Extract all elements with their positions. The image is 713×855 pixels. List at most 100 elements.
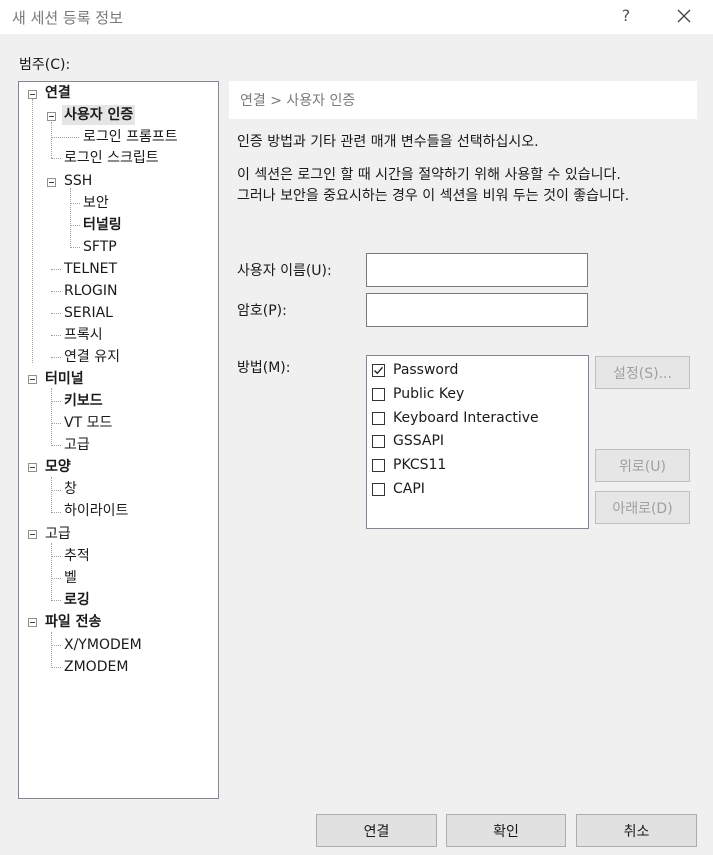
tree-item-trace[interactable]: 추적	[64, 546, 90, 566]
tree-item-advanced[interactable]: 고급	[45, 524, 71, 544]
tree-line	[51, 645, 61, 646]
method-item-label: Password	[393, 362, 459, 378]
tree-item-file-transfer[interactable]: 파일 전송	[45, 612, 101, 632]
description-line: 인증 방법과 기타 관련 매개 변수들을 선택하십시오.	[237, 134, 539, 150]
checkbox[interactable]	[372, 411, 385, 425]
tree-line	[51, 667, 61, 668]
method-settings-button[interactable]: 설정(S)...	[595, 356, 690, 389]
tree-item-logging[interactable]: 로깅	[64, 590, 90, 610]
method-capi[interactable]: CAPI	[372, 478, 425, 500]
method-item-label: GSSAPI	[393, 433, 445, 449]
method-list[interactable]: Password Public Key Keyboard Interactive…	[366, 355, 589, 529]
close-button[interactable]	[672, 6, 696, 28]
checkbox[interactable]	[372, 363, 385, 377]
connect-button[interactable]: 연결	[316, 814, 437, 847]
cancel-button[interactable]: 취소	[576, 814, 697, 847]
tree-item-window[interactable]: 창	[64, 479, 77, 499]
method-gssapi[interactable]: GSSAPI	[372, 430, 444, 452]
tree-item-vt-mode[interactable]: VT 모드	[64, 413, 112, 433]
tree-item-serial[interactable]: SERIAL	[64, 303, 113, 323]
category-tree[interactable]: 연결 사용자 인증 로그인 프롬프트 로그인 스크립트 SSH 보안 터널링 S…	[18, 81, 219, 799]
tree-line	[51, 512, 61, 513]
checkbox[interactable]	[372, 482, 385, 496]
collapse-toggle[interactable]	[28, 463, 37, 472]
tree-line	[51, 578, 61, 579]
method-public-key[interactable]: Public Key	[372, 383, 464, 405]
tree-item-appearance[interactable]: 모양	[45, 457, 71, 477]
tree-item-telnet[interactable]: TELNET	[64, 259, 117, 279]
method-label: 방법(M):	[237, 360, 291, 376]
password-input[interactable]	[366, 293, 588, 327]
tree-line	[51, 357, 61, 358]
tree-item-zmodem[interactable]: ZMODEM	[64, 657, 128, 677]
checkmark-icon	[374, 366, 383, 374]
tree-item-terminal[interactable]: 터미널	[45, 369, 84, 389]
tree-line	[51, 291, 61, 292]
method-pkcs11[interactable]: PKCS11	[372, 454, 446, 476]
tree-line	[51, 122, 52, 158]
tree-line	[70, 203, 80, 204]
method-keyboard-interactive[interactable]: Keyboard Interactive	[372, 407, 539, 429]
method-item-label: PKCS11	[393, 457, 447, 473]
tree-item-sftp[interactable]: SFTP	[83, 237, 117, 257]
tree-line	[32, 99, 33, 363]
tree-item-login-script[interactable]: 로그인 스크립트	[64, 148, 159, 168]
checkbox[interactable]	[372, 458, 385, 472]
tree-item-tunneling[interactable]: 터널링	[83, 215, 122, 235]
tree-item-connection[interactable]: 연결	[45, 83, 71, 103]
tree-line	[51, 335, 61, 336]
tree-line	[70, 188, 71, 248]
tree-line	[51, 477, 52, 513]
window-title: 새 세션 등록 정보	[12, 9, 123, 27]
tree-line	[70, 247, 80, 248]
tree-line	[51, 137, 79, 138]
username-input[interactable]	[366, 253, 588, 287]
tree-item-xymodem[interactable]: X/YMODEM	[64, 635, 142, 655]
ok-button[interactable]: 확인	[446, 814, 566, 847]
tree-item-user-auth[interactable]: 사용자 인증	[62, 105, 136, 125]
collapse-toggle[interactable]	[28, 375, 37, 384]
method-item-label: Keyboard Interactive	[393, 410, 539, 426]
tree-line	[51, 600, 61, 601]
move-up-button[interactable]: 위로(U)	[595, 449, 690, 482]
breadcrumb-text: 연결 > 사용자 인증	[240, 93, 356, 109]
breadcrumb: 연결 > 사용자 인증	[229, 81, 697, 119]
collapse-toggle[interactable]	[47, 178, 56, 187]
help-button[interactable]: ?	[616, 6, 636, 25]
tree-line	[51, 401, 61, 402]
tree-line	[51, 313, 61, 314]
checkbox[interactable]	[372, 434, 385, 448]
tree-item-terminal-advanced[interactable]: 고급	[64, 435, 90, 455]
tree-line	[51, 388, 52, 446]
title-bar: 새 세션 등록 정보 ?	[0, 0, 713, 34]
tree-item-proxy[interactable]: 프록시	[64, 325, 103, 345]
tree-line	[51, 632, 52, 668]
tree-line	[51, 269, 61, 270]
tree-item-security[interactable]: 보안	[83, 193, 109, 213]
collapse-toggle[interactable]	[28, 618, 37, 627]
tree-item-bell[interactable]: 벨	[64, 568, 77, 588]
tree-line	[51, 543, 52, 601]
tree-item-ssh[interactable]: SSH	[64, 171, 92, 191]
collapse-toggle[interactable]	[47, 112, 56, 121]
collapse-toggle[interactable]	[28, 90, 37, 99]
password-label: 암호(P):	[237, 303, 287, 319]
username-label: 사용자 이름(U):	[237, 263, 332, 279]
close-icon	[677, 9, 691, 23]
tree-line	[51, 556, 61, 557]
description-line: 그러나 보안을 중요시하는 경우 이 섹션을 비워 두는 것이 좋습니다.	[237, 188, 630, 204]
tree-item-keyboard[interactable]: 키보드	[64, 391, 103, 411]
tree-item-keep-alive[interactable]: 연결 유지	[64, 347, 120, 367]
tree-line	[51, 490, 61, 491]
checkbox[interactable]	[372, 387, 385, 401]
category-label: 범주(C):	[19, 57, 71, 73]
tree-line	[51, 158, 61, 159]
tree-line	[51, 445, 61, 446]
tree-item-rlogin[interactable]: RLOGIN	[64, 281, 118, 301]
tree-item-login-prompt[interactable]: 로그인 프롬프트	[83, 127, 178, 147]
move-down-button[interactable]: 아래로(D)	[595, 491, 690, 524]
collapse-toggle[interactable]	[28, 530, 37, 539]
method-password[interactable]: Password	[372, 359, 458, 381]
tree-line	[70, 225, 80, 226]
tree-item-highlight[interactable]: 하이라이트	[64, 501, 128, 521]
